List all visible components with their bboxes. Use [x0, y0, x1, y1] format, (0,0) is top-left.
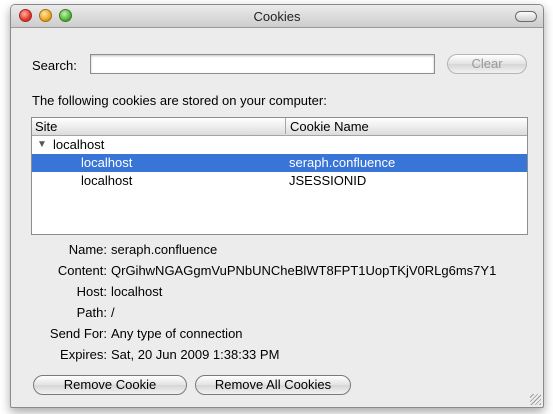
detail-expires-label: Expires: — [60, 347, 107, 362]
cell-cookie-name: JSESSIONID — [289, 173, 367, 188]
window-title: Cookies — [253, 9, 301, 24]
detail-content-label: Content: — [57, 263, 107, 278]
table-header: Site Cookie Name — [32, 118, 527, 136]
title-bar[interactable]: Cookies — [11, 5, 543, 28]
toolbar-toggle-button[interactable] — [515, 11, 537, 22]
detail-host-value: localhost — [111, 284, 163, 299]
search-input[interactable] — [90, 54, 435, 74]
cell-cookie-name: seraph.confluence — [289, 155, 396, 170]
detail-send-for-label: Send For: — [49, 326, 107, 341]
detail-path-value: / — [111, 305, 115, 320]
disclosure-triangle-icon[interactable]: ▼ — [37, 136, 47, 154]
cell-site: localhost — [81, 173, 133, 188]
remove-all-cookies-button[interactable]: Remove All Cookies — [195, 375, 351, 395]
detail-content-value: QrGihwNGAGgmVuPNbUNCheBlWT8FPT1UopTKjV0R… — [111, 263, 497, 278]
detail-path-label: Path: — [76, 305, 107, 320]
cookies-window: Cookies Search: Clear The following cook… — [10, 4, 544, 408]
search-label: Search: — [32, 58, 77, 73]
detail-send-for-value: Any type of connection — [111, 326, 243, 341]
column-header-cookie-name[interactable]: Cookie Name — [285, 118, 369, 134]
column-header-site[interactable]: Site — [35, 119, 57, 134]
detail-name-row: Name: seraph.confluence — [11, 241, 543, 259]
site-group-row[interactable]: ▼ localhost — [32, 136, 527, 154]
detail-path-row: Path: / — [11, 304, 543, 322]
detail-host-label: Host: — [76, 284, 107, 299]
resize-grip-icon[interactable] — [530, 394, 541, 405]
cookies-table[interactable]: Site Cookie Name ▼ localhost localhost s… — [31, 117, 528, 235]
detail-expires-row: Expires: Sat, 20 Jun 2009 1:38:33 PM — [11, 346, 543, 364]
detail-host-row: Host: localhost — [11, 283, 543, 301]
detail-name-label: Name: — [68, 242, 107, 257]
detail-send-for-row: Send For: Any type of connection — [11, 325, 543, 343]
table-row[interactable]: localhost JSESSIONID — [32, 172, 527, 190]
cell-site: localhost — [81, 155, 133, 170]
detail-content-row: Content: QrGihwNGAGgmVuPNbUNCheBlWT8FPT1… — [11, 262, 543, 280]
table-row[interactable]: localhost seraph.confluence — [32, 154, 527, 172]
clear-button[interactable]: Clear — [447, 54, 527, 74]
detail-expires-value: Sat, 20 Jun 2009 1:38:33 PM — [111, 347, 280, 362]
site-group-label: localhost — [53, 137, 105, 152]
cookies-intro-text: The following cookies are stored on your… — [32, 93, 327, 108]
remove-cookie-button[interactable]: Remove Cookie — [33, 375, 187, 395]
detail-name-value: seraph.confluence — [111, 242, 218, 257]
